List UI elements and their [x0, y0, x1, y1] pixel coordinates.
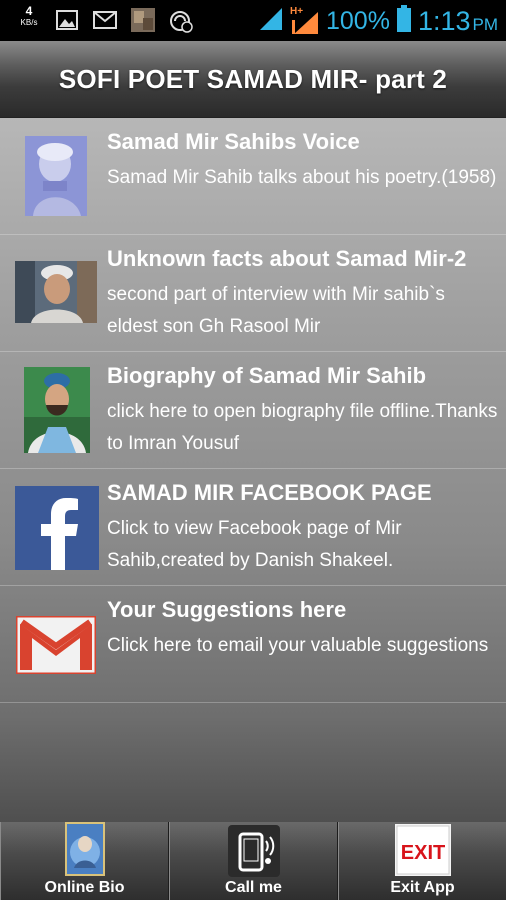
image-icon	[56, 10, 78, 35]
item-title: Your Suggestions here	[107, 597, 347, 622]
battery-percent: 100%	[325, 6, 390, 35]
list-item-unknown-facts[interactable]: Unknown facts about Samad Mir-2 second p…	[0, 235, 506, 352]
exit-app-button[interactable]: EXIT Exit App	[338, 822, 506, 900]
globe-portrait-icon	[64, 822, 105, 881]
facebook-icon	[15, 486, 99, 570]
list-item-voice[interactable]: Samad Mir Sahibs Voice Samad Mir Sahib t…	[0, 118, 506, 235]
data-signal-icon: H+	[290, 6, 320, 36]
status-right: H+ 100% 1:13 PM	[258, 4, 498, 38]
portrait-photo-icon	[15, 261, 97, 323]
status-bar: 4 KB/s H+ 100% 1:13 PM	[0, 0, 506, 41]
item-title: SAMAD MIR FACEBOOK PAGE	[107, 480, 432, 505]
signal-icon	[258, 6, 284, 37]
network-speed-value: 4	[25, 4, 33, 18]
network-speed: 4 KB/s	[14, 4, 44, 28]
battery-icon	[396, 4, 412, 38]
portrait-photo-icon	[25, 136, 87, 216]
online-bio-button[interactable]: Online Bio	[0, 822, 169, 900]
call-me-label: Call me	[225, 879, 282, 896]
item-description: second part of interview with Mir sahib`…	[107, 284, 445, 337]
exit-sign-icon: EXIT	[394, 824, 451, 881]
item-description: Click to view Facebook page of Mir Sahib…	[107, 518, 402, 571]
gmail-icon	[16, 616, 96, 674]
exit-sign-text: EXIT	[400, 842, 444, 864]
clock-ampm: PM	[472, 14, 499, 34]
item-description: click here to open biography file offlin…	[107, 401, 498, 454]
list-item-suggestions[interactable]: Your Suggestions here Click here to emai…	[0, 586, 506, 703]
app-thumbnail-icon	[131, 8, 155, 37]
bottom-bar: Online Bio Call me EXIT Exit App	[0, 822, 506, 900]
item-title: Samad Mir Sahibs Voice	[107, 129, 360, 154]
item-description: Click here to email your valuable sugges…	[107, 635, 489, 656]
portrait-photo-icon	[24, 367, 90, 453]
sync-icon	[169, 9, 193, 38]
network-speed-unit: KB/s	[20, 18, 38, 27]
phone-icon	[227, 825, 280, 882]
call-me-button[interactable]: Call me	[169, 822, 338, 900]
app-title-bar: SOFI POET SAMAD MIR- part 2	[0, 41, 506, 118]
list-item-facebook[interactable]: SAMAD MIR FACEBOOK PAGE Click to view Fa…	[0, 469, 506, 586]
gmail-icon	[93, 10, 117, 35]
item-title: Biography of Samad Mir Sahib	[107, 363, 427, 388]
clock: 1:13 PM	[418, 6, 498, 37]
list-item-biography[interactable]: Biography of Samad Mir Sahib click here …	[0, 352, 506, 469]
online-bio-label: Online Bio	[44, 879, 125, 896]
clock-time: 1:13	[417, 5, 471, 36]
menu-list: Samad Mir Sahibs Voice Samad Mir Sahib t…	[0, 118, 506, 822]
item-title: Unknown facts about Samad Mir-2	[107, 246, 467, 271]
item-description: Samad Mir Sahib talks about his poetry.(…	[107, 167, 497, 188]
exit-app-label: Exit App	[390, 879, 455, 896]
page-title: SOFI POET SAMAD MIR- part 2	[58, 63, 448, 94]
